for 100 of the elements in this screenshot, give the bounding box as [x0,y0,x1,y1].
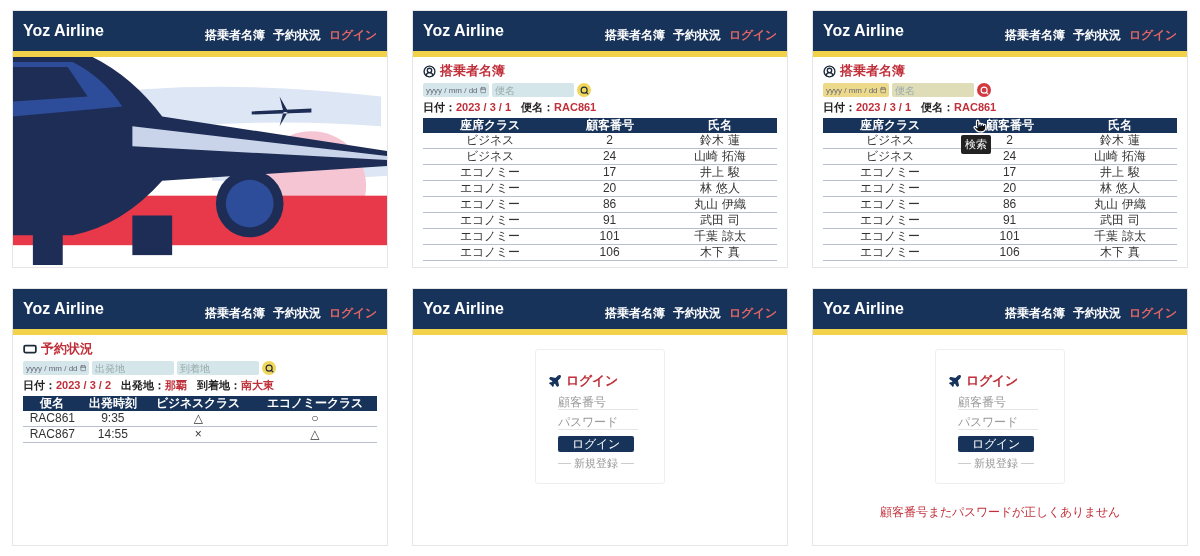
table-cell: 井上 駿 [662,164,777,181]
table-cell: ビジネス [423,148,557,165]
search-field[interactable]: 便名 [492,83,574,97]
login-button[interactable]: ログイン [958,436,1034,452]
table-cell: エコノミー [823,244,957,261]
table-cell: 武田 司 [1062,212,1177,229]
table-cell: 木下 真 [1062,244,1177,261]
nav-link[interactable]: 予約状況 [1073,26,1121,44]
filter-info: 出発地：那覇 [121,378,188,393]
brand-logo[interactable]: Yoz Airline [23,22,104,40]
table-cell: 17 [956,164,1063,181]
nav-link[interactable]: 搭乗者名簿 [205,304,265,322]
nav-link[interactable]: ログイン [729,26,777,44]
calendar-icon[interactable] [479,86,486,94]
table-cell: 91 [556,212,663,229]
column-header: 座席クラス [823,118,957,133]
table-cell: 106 [556,244,663,261]
airplane-icon [948,374,962,388]
nav-link[interactable]: ログイン [329,26,377,44]
nav-link[interactable]: 搭乗者名簿 [605,26,665,44]
nav-link[interactable]: 搭乗者名簿 [1005,26,1065,44]
table-cell: ○ [252,411,377,427]
table-cell: ビジネス [823,148,957,165]
nav-link[interactable]: ログイン [329,304,377,322]
table-cell: 鈴木 蓮 [1062,133,1177,149]
input-field[interactable]: 顧客番号 [958,394,1038,410]
table-cell: 86 [556,196,663,213]
table-cell: 14:55 [81,426,144,443]
table-cell: 丸山 伊織 [662,196,777,213]
brand-logo[interactable]: Yoz Airline [423,300,504,318]
table-cell: エコノミー [423,180,557,197]
nav-link[interactable]: 予約状況 [673,304,721,322]
table-cell: 山崎 拓海 [1062,148,1177,165]
table-cell: エコノミー [823,212,957,229]
table-cell: 井上 駿 [1062,164,1177,181]
table-cell: 鈴木 蓮 [662,133,777,149]
nav-link[interactable]: 予約状況 [673,26,721,44]
column-header: 氏名 [1062,118,1177,133]
date-field[interactable]: yyyy / mm / dd [423,83,489,97]
brand-logo[interactable]: Yoz Airline [823,22,904,40]
table-cell: 武田 司 [662,212,777,229]
table-cell: エコノミー [423,196,557,213]
date-field[interactable]: yyyy / mm / dd [23,361,89,375]
table-cell: エコノミー [823,164,957,181]
date-field[interactable]: yyyy / mm / dd [823,83,889,97]
tooltip: 検索 [961,135,991,154]
table-cell: 丸山 伊織 [1062,196,1177,213]
nav-link[interactable]: 予約状況 [273,304,321,322]
brand-logo[interactable]: Yoz Airline [423,22,504,40]
error-message: 顧客番号またパスワードが正しくありません [880,504,1120,521]
table-cell: 2 [556,133,663,149]
table-cell: 86 [956,196,1063,213]
nav-link[interactable]: 搭乗者名簿 [1005,304,1065,322]
nav-link[interactable]: ログイン [1129,26,1177,44]
filter-info: 到着地：南大東 [197,378,275,393]
input-field[interactable]: 顧客番号 [558,394,638,410]
table-cell: エコノミー [423,244,557,261]
nav-link[interactable]: ログイン [1129,304,1177,322]
search-field[interactable]: 便名 [892,83,974,97]
nav-link[interactable]: 搭乗者名簿 [605,304,665,322]
column-header: 出発時刻 [81,396,144,411]
nav-link[interactable]: 搭乗者名簿 [205,26,265,44]
table-cell: 91 [956,212,1063,229]
column-header: エコノミークラス [252,396,377,411]
nav-link[interactable]: 予約状況 [1073,304,1121,322]
table-cell: 24 [556,148,663,165]
search-button[interactable] [262,361,276,375]
table-cell: 木下 真 [662,244,777,261]
table-cell: 林 悠人 [662,180,777,197]
input-field[interactable]: パスワード [958,414,1038,430]
table-cell: 20 [556,180,663,197]
table-cell: × [143,426,253,443]
table-cell: 千葉 諒太 [1062,228,1177,245]
login-button[interactable]: ログイン [558,436,634,452]
nav-link[interactable]: 予約状況 [273,26,321,44]
ticket-icon [23,342,37,356]
table-cell: 17 [556,164,663,181]
column-header: 顧客番号 [556,118,663,133]
table-cell: エコノミー [423,212,557,229]
table-cell: RAC861 [23,411,82,427]
table-cell: ビジネス [423,133,557,149]
nav-link[interactable]: ログイン [729,304,777,322]
login-title: ログイン [566,372,618,390]
page-title: 予約状況 [41,340,93,358]
calendar-icon[interactable] [879,86,886,94]
search-button[interactable] [577,83,591,97]
table-cell: 101 [956,228,1063,245]
table-cell: エコノミー [423,228,557,245]
table-cell: 山崎 拓海 [662,148,777,165]
calendar-icon[interactable] [79,364,86,372]
input-field[interactable]: パスワード [558,414,638,430]
table-cell: エコノミー [823,180,957,197]
table-cell: 9:35 [81,411,144,427]
table-cell: エコノミー [423,164,557,181]
table-cell: △ [143,411,253,427]
column-header: 氏名 [662,118,777,133]
table-cell: 千葉 諒太 [662,228,777,245]
column-header: 便名 [23,396,82,411]
brand-logo[interactable]: Yoz Airline [823,300,904,318]
brand-logo[interactable]: Yoz Airline [23,300,104,318]
